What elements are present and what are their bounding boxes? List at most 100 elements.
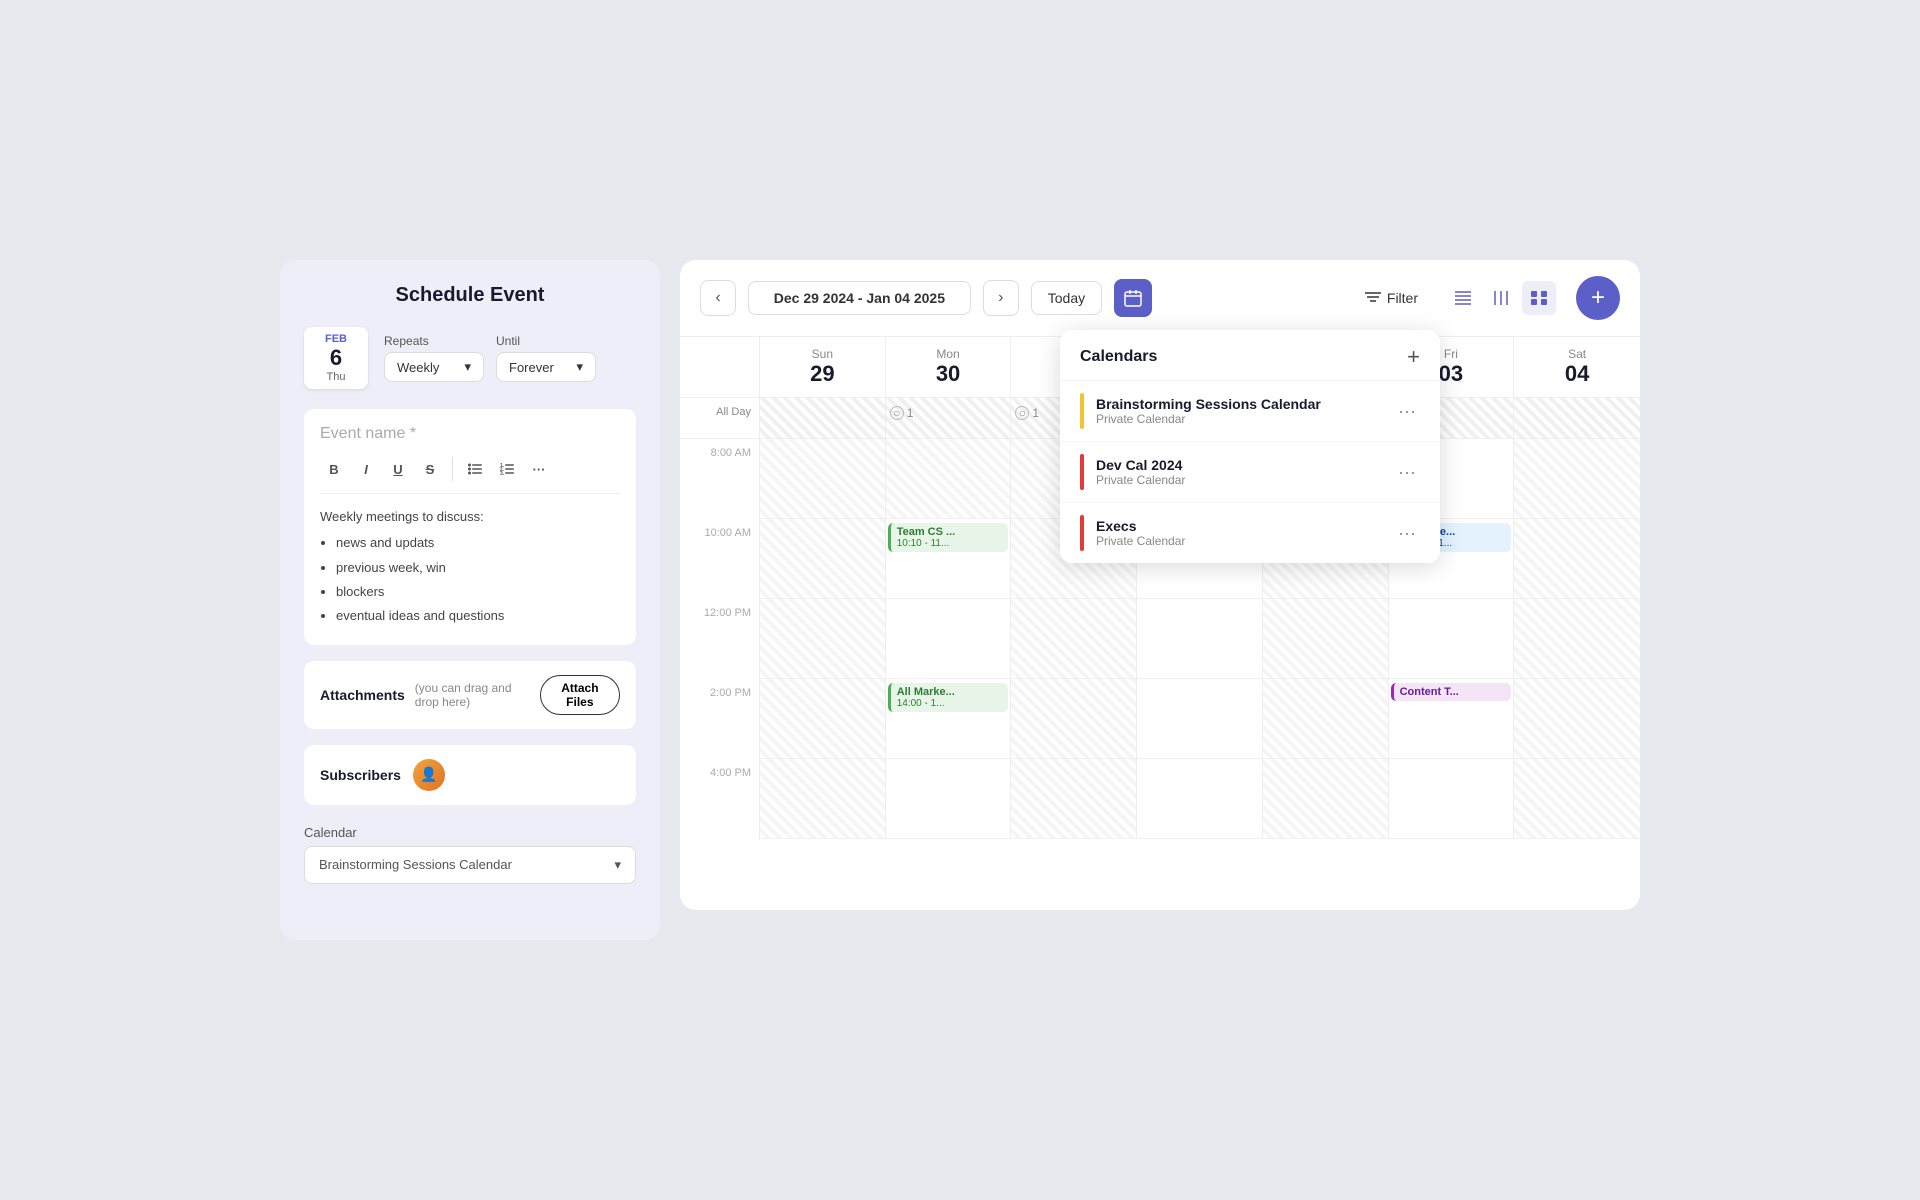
filter-label: Filter [1387, 290, 1418, 306]
event-name-placeholder[interactable]: Event name * [320, 425, 620, 443]
cell-4pm-mon[interactable] [886, 759, 1012, 839]
event-chip-contentt[interactable]: Content T... [1391, 683, 1512, 701]
calendar-view-icon-button[interactable] [1114, 279, 1152, 317]
cell-8am-mon[interactable] [886, 439, 1012, 519]
event-intro: Weekly meetings to discuss: [320, 506, 620, 528]
calendar-item-devcal: Dev Cal 2024 Private Calendar ··· [1060, 442, 1440, 503]
cal-type-brainstorming: Private Calendar [1096, 412, 1382, 426]
cell-4pm-wed[interactable] [1137, 759, 1263, 839]
prev-nav-button[interactable]: ‹ [700, 280, 736, 316]
cell-2pm-sat[interactable] [1514, 679, 1640, 759]
until-select[interactable]: Forever ▾ [496, 352, 596, 382]
cell-10am-mon[interactable]: Team CS ... 10:10 - 11... [886, 519, 1012, 599]
week-view-button[interactable] [1484, 281, 1518, 315]
schedule-title: Schedule Event [304, 284, 636, 307]
calendar-header: ‹ Dec 29 2024 - Jan 04 2025 › Today Filt… [680, 260, 1640, 337]
cell-4pm-sat[interactable] [1514, 759, 1640, 839]
cell-2pm-sun[interactable] [760, 679, 886, 759]
dow-sat: Sat [1522, 347, 1632, 361]
attachments-hint: (you can drag and drop here) [415, 681, 530, 709]
calendar-panel: ‹ Dec 29 2024 - Jan 04 2025 › Today Filt… [680, 260, 1640, 910]
numbered-list-button[interactable]: 1.2.3. [493, 455, 521, 483]
cal-more-button-devcal[interactable]: ··· [1394, 458, 1420, 487]
calendars-add-button[interactable]: + [1407, 346, 1420, 368]
dom-mon: 30 [894, 361, 1003, 387]
list-view-button[interactable] [1446, 281, 1480, 315]
time-label-8am: 8:00 AM [680, 439, 760, 519]
cell-2pm-tue[interactable] [1011, 679, 1137, 759]
cal-info-devcal: Dev Cal 2024 Private Calendar [1096, 457, 1382, 487]
attach-files-button[interactable]: Attach Files [540, 675, 620, 715]
calendars-dropdown-title: Calendars [1080, 348, 1157, 366]
calendar-select[interactable]: Brainstorming Sessions Calendar ▾ [304, 846, 636, 884]
cell-4pm-tue[interactable] [1011, 759, 1137, 839]
formatting-toolbar: B I U S 1.2.3. ··· [320, 455, 620, 494]
cell-12pm-wed[interactable] [1137, 599, 1263, 679]
calendar-item-execs: Execs Private Calendar ··· [1060, 503, 1440, 563]
subscribers-row: Subscribers 👤 [304, 745, 636, 805]
repeats-select[interactable]: Weekly ▾ [384, 352, 484, 382]
date-month: Feb [316, 333, 356, 345]
cell-10am-sun[interactable] [760, 519, 886, 599]
cell-2pm-mon[interactable]: All Marke... 14:00 - 1... [886, 679, 1012, 759]
view-buttons [1446, 281, 1556, 315]
date-range-display: Dec 29 2024 - Jan 04 2025 [748, 281, 971, 315]
bullet-list-button[interactable] [461, 455, 489, 483]
allday-cell-sun [760, 398, 886, 438]
cell-10am-sat[interactable] [1514, 519, 1640, 599]
dom-sat: 04 [1522, 361, 1632, 387]
svg-text:3.: 3. [500, 471, 505, 475]
event-name-box: Event name * B I U S 1.2.3. ··· Weekly m… [304, 409, 636, 644]
cell-2pm-thu[interactable] [1263, 679, 1389, 759]
subscribers-label: Subscribers [320, 767, 401, 783]
bold-button[interactable]: B [320, 455, 348, 483]
cal-info-execs: Execs Private Calendar [1096, 518, 1382, 548]
calendars-dropdown: Calendars + Brainstorming Sessions Calen… [1060, 330, 1440, 563]
event-content: Weekly meetings to discuss: news and upd… [320, 506, 620, 626]
calendar-select-value: Brainstorming Sessions Calendar [319, 857, 512, 872]
cell-12pm-sat[interactable] [1514, 599, 1640, 679]
cell-12pm-tue[interactable] [1011, 599, 1137, 679]
schedule-panel: Schedule Event Feb 6 Thu Repeats Weekly … [280, 260, 660, 940]
allday-label: All Day [680, 398, 760, 438]
dom-sun: 29 [768, 361, 877, 387]
calendar-item-brainstorming: Brainstorming Sessions Calendar Private … [1060, 381, 1440, 442]
grid-view-button[interactable] [1522, 281, 1556, 315]
more-options-button[interactable]: ··· [525, 455, 553, 483]
cal-color-bar-devcal [1080, 454, 1084, 490]
cell-12pm-thu[interactable] [1263, 599, 1389, 679]
cell-2pm-fri[interactable]: Content T... [1389, 679, 1515, 759]
event-chip-teamcs[interactable]: Team CS ... 10:10 - 11... [888, 523, 1009, 552]
cell-2pm-wed[interactable] [1137, 679, 1263, 759]
cal-info-brainstorming: Brainstorming Sessions Calendar Private … [1096, 396, 1382, 426]
time-row-2pm: 2:00 PM All Marke... 14:00 - 1... Conten… [680, 679, 1640, 759]
italic-button[interactable]: I [352, 455, 380, 483]
time-label-2pm: 2:00 PM [680, 679, 760, 759]
cal-name-devcal: Dev Cal 2024 [1096, 457, 1382, 473]
event-item: news and updats [336, 532, 620, 554]
add-event-button[interactable]: + [1576, 276, 1620, 320]
today-button[interactable]: Today [1031, 281, 1102, 315]
cell-4pm-fri[interactable] [1389, 759, 1515, 839]
underline-button[interactable]: U [384, 455, 412, 483]
event-chip-allmarke[interactable]: All Marke... 14:00 - 1... [888, 683, 1009, 712]
cal-more-button-execs[interactable]: ··· [1394, 519, 1420, 548]
time-label-header [680, 337, 760, 398]
event-time: 14:00 - 1... [897, 698, 1003, 709]
cell-12pm-fri[interactable] [1389, 599, 1515, 679]
filter-button[interactable]: Filter [1357, 284, 1426, 312]
cal-more-button-brainstorming[interactable]: ··· [1394, 397, 1420, 426]
until-label: Until [496, 334, 596, 348]
event-title: Content T... [1400, 686, 1506, 698]
cell-4pm-sun[interactable] [760, 759, 886, 839]
cell-8am-sat[interactable] [1514, 439, 1640, 519]
cell-12pm-sun[interactable] [760, 599, 886, 679]
cell-8am-sun[interactable] [760, 439, 886, 519]
until-field-group: Until Forever ▾ [496, 334, 596, 382]
cal-color-bar-execs [1080, 515, 1084, 551]
next-nav-button[interactable]: › [983, 280, 1019, 316]
strikethrough-button[interactable]: S [416, 455, 444, 483]
cell-12pm-mon[interactable] [886, 599, 1012, 679]
cell-4pm-thu[interactable] [1263, 759, 1389, 839]
event-item: blockers [336, 581, 620, 603]
